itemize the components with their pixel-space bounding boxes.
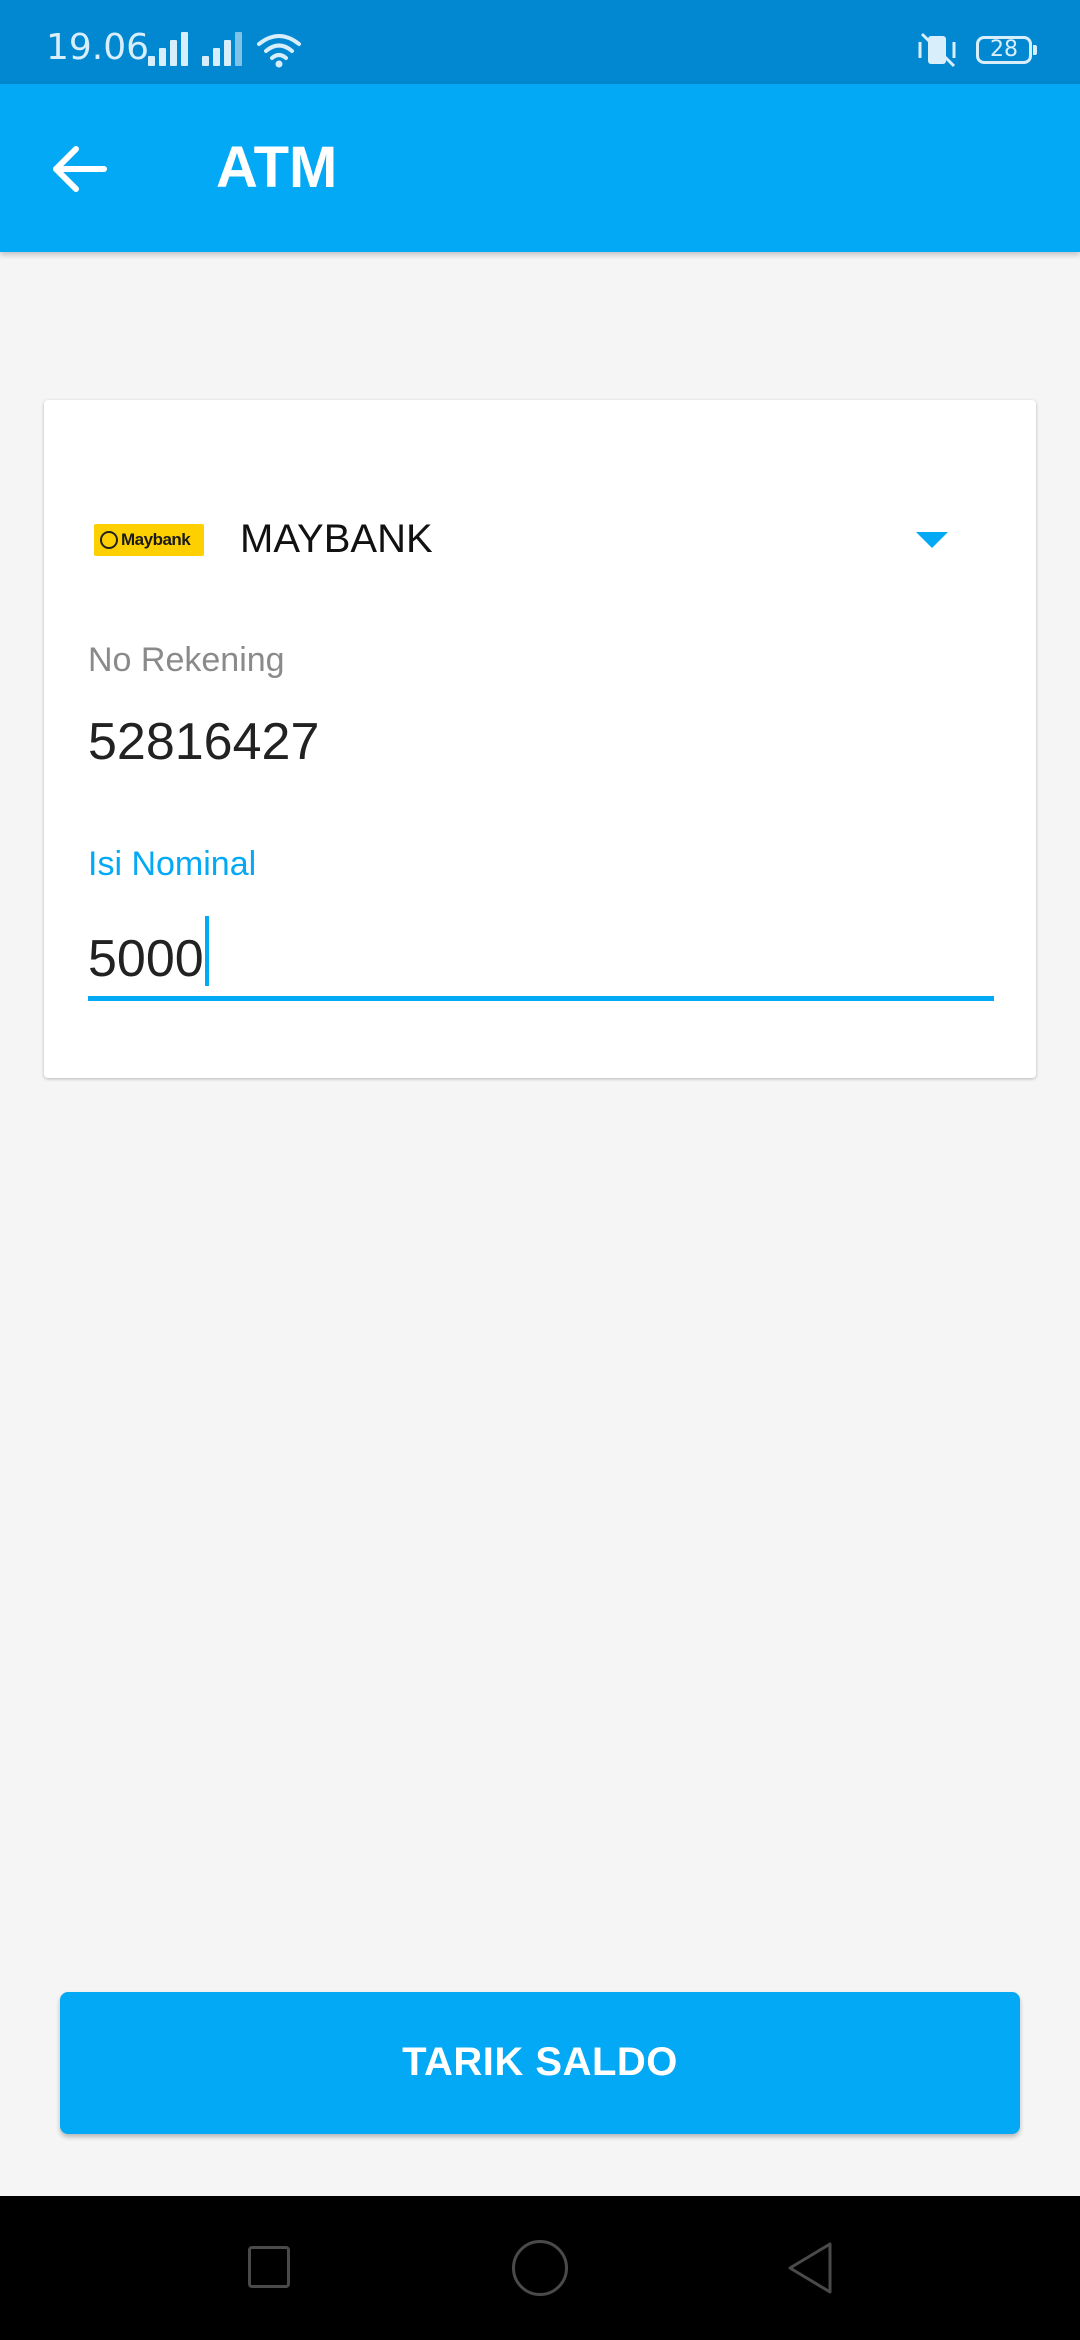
withdraw-form-card: Maybank MAYBANK No Rekening 52816427 Isi… xyxy=(44,400,1036,1078)
withdraw-balance-label: TARIK SALDO xyxy=(402,2040,678,2084)
account-number-value: 52816427 xyxy=(88,713,320,771)
maybank-logo: Maybank xyxy=(94,524,204,556)
wifi-icon xyxy=(257,34,301,68)
back-triangle-icon[interactable] xyxy=(784,2240,838,2296)
status-time: 19.06 xyxy=(46,27,150,68)
recents-square-icon[interactable] xyxy=(248,2246,290,2288)
page-title: ATM xyxy=(216,135,338,200)
text-cursor xyxy=(204,916,209,986)
bank-logo-text: Maybank xyxy=(121,530,191,549)
signal-icon xyxy=(148,32,188,66)
caret-down-icon[interactable] xyxy=(916,532,948,548)
battery-tip xyxy=(1033,45,1037,55)
back-arrow-icon[interactable] xyxy=(42,134,112,204)
home-circle-icon[interactable] xyxy=(512,2240,568,2296)
amount-input-wrapper: 5000 xyxy=(88,916,209,989)
amount-label: Isi Nominal xyxy=(88,845,257,883)
account-number-label: No Rekening xyxy=(88,641,285,679)
amount-input[interactable]: 5000 xyxy=(88,902,994,1001)
maybank-tiger-icon xyxy=(100,531,118,549)
amount-value: 5000 xyxy=(88,930,204,988)
bank-name: MAYBANK xyxy=(240,517,433,561)
signal-icon xyxy=(202,32,242,66)
bank-dropdown[interactable]: Maybank MAYBANK xyxy=(44,484,1036,594)
status-bar: 19.06 28 xyxy=(0,0,1080,84)
app-bar: ATM xyxy=(0,84,1080,252)
system-nav-bar xyxy=(0,2196,1080,2340)
battery-icon: 28 xyxy=(976,36,1032,64)
withdraw-balance-button[interactable]: TARIK SALDO xyxy=(60,1992,1020,2134)
vibrate-mute-icon xyxy=(918,32,956,68)
